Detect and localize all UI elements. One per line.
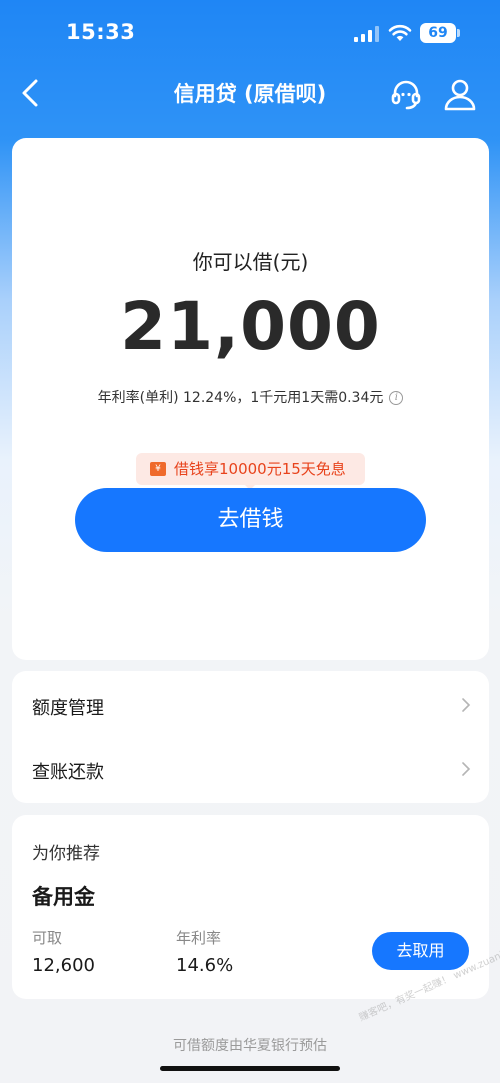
home-indicator [160,1066,340,1071]
headset-icon[interactable] [388,76,424,112]
user-icon[interactable] [442,76,478,112]
borrow-button[interactable]: 去借钱 [75,488,426,552]
menu-item-quota-management[interactable]: 额度管理 [12,673,489,737]
available-value: 12,600 [32,955,95,976]
recommendation-card: 为你推荐 备用金 可取 12,600 年利率 14.6% 去取用 [12,815,489,999]
borrowable-label: 你可以借(元) [192,250,309,274]
ticket-icon: ¥ [150,462,166,476]
interest-rate-text: 年利率(单利) 12.24%，1千元用1天需0.34元 [97,390,384,406]
product-name: 备用金 [32,885,95,909]
chevron-left-icon[interactable] [14,76,48,110]
battery-indicator: 69 [420,23,456,43]
chevron-right-icon [462,762,471,776]
menu-item-billing-repayment[interactable]: 查账还款 [12,737,489,801]
chevron-right-icon [462,698,471,712]
status-bar: 15:33 69 [0,0,500,64]
available-label: 可取 [32,929,63,947]
nav-bar: 信用贷 (原借呗) [0,64,500,124]
recommendation-title: 为你推荐 [32,844,100,864]
footer-note: 可借额度由华夏银行预估 [173,1038,327,1054]
menu-item-label: 额度管理 [32,698,104,719]
battery-tip [457,29,460,37]
cellular-signal-icon [354,26,379,42]
annual-rate-label: 年利率 [176,929,222,947]
borrowable-amount: 21,000 [120,288,381,365]
wifi-icon [388,24,412,41]
page-title: 信用贷 (原借呗) [173,82,327,106]
annual-rate-value: 14.6% [176,955,234,976]
info-icon[interactable]: i [389,391,404,405]
status-time: 15:33 [66,20,136,44]
loan-card: 你可以借(元) 21,000 年利率(单利) 12.24%，1千元用1天需0.3… [12,138,489,660]
interest-rate-row: 年利率(单利) 12.24%，1千元用1天需0.34元 i [12,387,489,407]
menu-card: 额度管理 查账还款 [12,671,489,803]
promo-tag: ¥ 借钱享10000元15天免息 [136,453,365,490]
take-button[interactable]: 去取用 [372,932,469,970]
promo-text: 借钱享10000元15天免息 [174,460,346,478]
menu-item-label: 查账还款 [32,762,104,783]
